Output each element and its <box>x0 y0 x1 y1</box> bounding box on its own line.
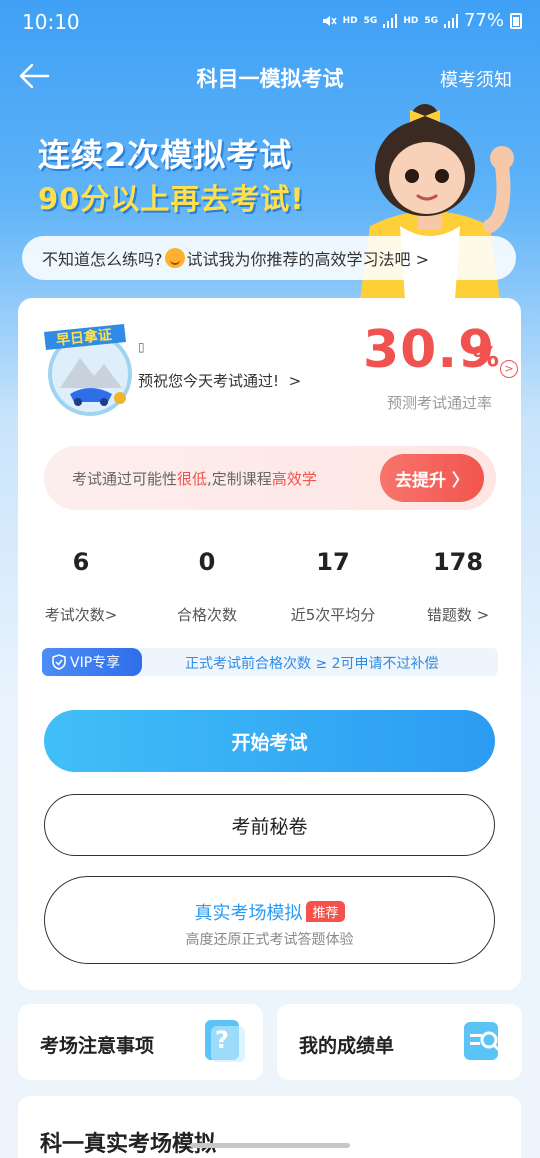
status-bar: 10:10 HD 5G HD 5G 77% <box>0 0 540 48</box>
exam-notice-link[interactable]: 模考须知 <box>440 66 512 92</box>
upgrade-banner: 考试通过可能性很低,定制课程高效学 去提升 〉 <box>44 446 496 510</box>
exam-summary-card: 早日拿证 ▯ 预祝您今天考试通过! > 30.9 % > 预测考试通过率 考试通… <box>18 298 521 990</box>
score-report-card[interactable]: 我的成绩单 <box>277 1004 522 1080</box>
stat-value: 6 <box>72 548 90 576</box>
vip-compensation-bar[interactable]: VIP专享 正式考试前合格次数 ≥ 2可申请不过补偿 <box>42 648 498 676</box>
upgrade-message: 考试通过可能性很低,定制课程高效学 <box>72 468 317 489</box>
vip-text: 正式考试前合格次数 ≥ 2可申请不过补偿 <box>185 656 439 672</box>
stat-value: 17 <box>316 548 350 576</box>
battery-icon <box>510 12 522 29</box>
vip-tag-label: VIP专享 <box>70 655 121 671</box>
stat-label: 错题数 > <box>426 606 490 624</box>
network-label-2: 5G <box>424 15 438 26</box>
chevron-right-icon: > <box>288 372 302 390</box>
banner-headline: 连续2次模拟考试 <box>38 136 293 174</box>
improve-button[interactable]: 去提升 〉 <box>380 454 484 502</box>
upgrade-text-low: 很低 <box>177 470 208 488</box>
stat-value: 178 <box>432 548 484 576</box>
exam-stats: 6 考试次数> 0 合格次数 17 近5次平均分 178 错题数 > <box>18 548 521 628</box>
status-time: 10:10 <box>22 10 80 34</box>
tip-text-start: 不知道怎么练吗? <box>42 250 163 269</box>
pre-exam-paper-button[interactable]: 考前秘卷 <box>44 794 495 856</box>
stat-label: 合格次数 <box>176 606 237 624</box>
real-exam-simulation-button[interactable]: 真实考场模拟 推荐 高度还原正式考试答题体验 <box>44 876 495 964</box>
wish-link[interactable]: 预祝您今天考试通过! > <box>138 370 301 391</box>
hd-label-1: HD <box>342 15 358 26</box>
report-search-icon <box>464 1022 501 1060</box>
home-indicator[interactable] <box>190 1143 350 1148</box>
recommend-badge: 推荐 <box>306 901 345 922</box>
real-exam-section: 科一真实考场模拟 <box>18 1096 521 1158</box>
pass-rate-detail-icon[interactable]: > <box>500 360 518 378</box>
stat-value: 0 <box>198 548 216 576</box>
real-exam-title: 真实考场模拟 推荐 <box>45 899 494 925</box>
score-report-title: 我的成绩单 <box>299 1035 395 1057</box>
nav-bar: 科目一模拟考试 模考须知 <box>0 52 540 102</box>
wish-text: 预祝您今天考试通过! <box>138 372 280 390</box>
hd-label-2: HD <box>403 15 419 26</box>
stat-exam-count[interactable]: 6 考试次数> <box>18 548 144 625</box>
pass-rate-unit: % <box>472 342 500 373</box>
real-exam-title-text: 真实考场模拟 <box>194 903 303 924</box>
upgrade-text-efficient: 高效学 <box>271 470 317 488</box>
smile-emoji-icon <box>164 248 185 268</box>
stat-average-score: 17 近5次平均分 <box>270 548 396 625</box>
stat-pass-count: 0 合格次数 <box>144 548 270 625</box>
vip-tag: VIP专享 <box>42 648 142 676</box>
stat-label: 考试次数> <box>44 606 118 624</box>
upgrade-text-1: 考试通过可能性 <box>72 470 178 488</box>
real-exam-section-title: 科一真实考场模拟 <box>40 1132 217 1157</box>
study-tip-banner[interactable]: 不知道怎么练吗? 试试我为你推荐的高效学习法吧 > <box>22 236 516 280</box>
tip-text-end: 试试我为你推荐的高效学习法吧 > <box>186 250 430 269</box>
banner-subheadline: 90分以上再去考试! <box>38 182 305 216</box>
svg-text:?: ? <box>215 1026 229 1054</box>
question-mark-icon: ? <box>205 1020 245 1062</box>
start-exam-button[interactable]: 开始考试 <box>44 710 495 772</box>
network-label-1: 5G <box>363 15 378 26</box>
signal-icon-2 <box>443 13 458 28</box>
user-name: ▯ <box>138 340 145 354</box>
signal-icon-1 <box>383 13 398 28</box>
mute-icon <box>322 15 337 26</box>
exam-notice-title: 考场注意事项 <box>40 1035 155 1057</box>
license-badge-icon: 早日拿证 <box>44 324 132 416</box>
battery-percent: 77% <box>463 10 504 31</box>
status-icons: HD 5G HD 5G 77% <box>321 10 522 31</box>
upgrade-text-2: ,定制课程 <box>207 470 272 488</box>
exam-notice-card[interactable]: 考场注意事项 ? <box>18 1004 263 1080</box>
real-exam-subtitle: 高度还原正式考试答题体验 <box>185 932 354 948</box>
pass-rate-label: 预测考试通过率 <box>387 394 493 412</box>
shield-check-icon <box>52 654 66 670</box>
stat-label: 近5次平均分 <box>290 606 376 624</box>
stat-wrong-count[interactable]: 178 错题数 > <box>395 548 521 625</box>
